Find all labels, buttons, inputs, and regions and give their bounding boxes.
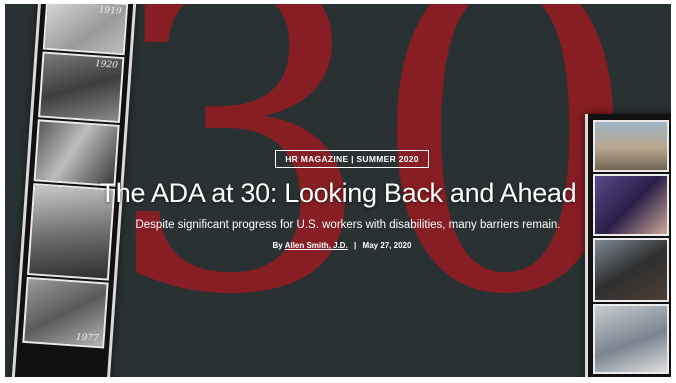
photo-year-5: 1977 xyxy=(75,332,100,345)
historic-photo-1: 1919 xyxy=(42,4,129,56)
historic-photo-2: 1920 xyxy=(38,51,125,124)
byline: By Allen Smith, J.D. | May 27, 2020 xyxy=(13,241,671,250)
waiting-room-photo xyxy=(593,304,669,374)
magazine-badge[interactable]: HR MAGAZINE | SUMMER 2020 xyxy=(275,150,429,168)
hero-banner: 30 1919 1920 1977 HR MAGAZINE | SUMMER 2… xyxy=(5,4,671,377)
article-title: The ADA at 30: Looking Back and Ahead xyxy=(99,178,577,208)
publish-date: May 27, 2020 xyxy=(362,241,412,250)
author-link[interactable]: Allen Smith, J.D. xyxy=(285,241,348,250)
hero-text: HR MAGAZINE | SUMMER 2020 The ADA at 30:… xyxy=(5,149,671,250)
article-subtitle: Despite significant progress for U.S. wo… xyxy=(135,219,561,231)
byline-prefix: By xyxy=(272,241,283,250)
historic-photo-5: 1977 xyxy=(22,276,109,349)
photo-year-1: 1919 xyxy=(98,5,122,17)
byline-separator: | xyxy=(354,241,357,250)
photo-year-2: 1920 xyxy=(94,59,119,71)
